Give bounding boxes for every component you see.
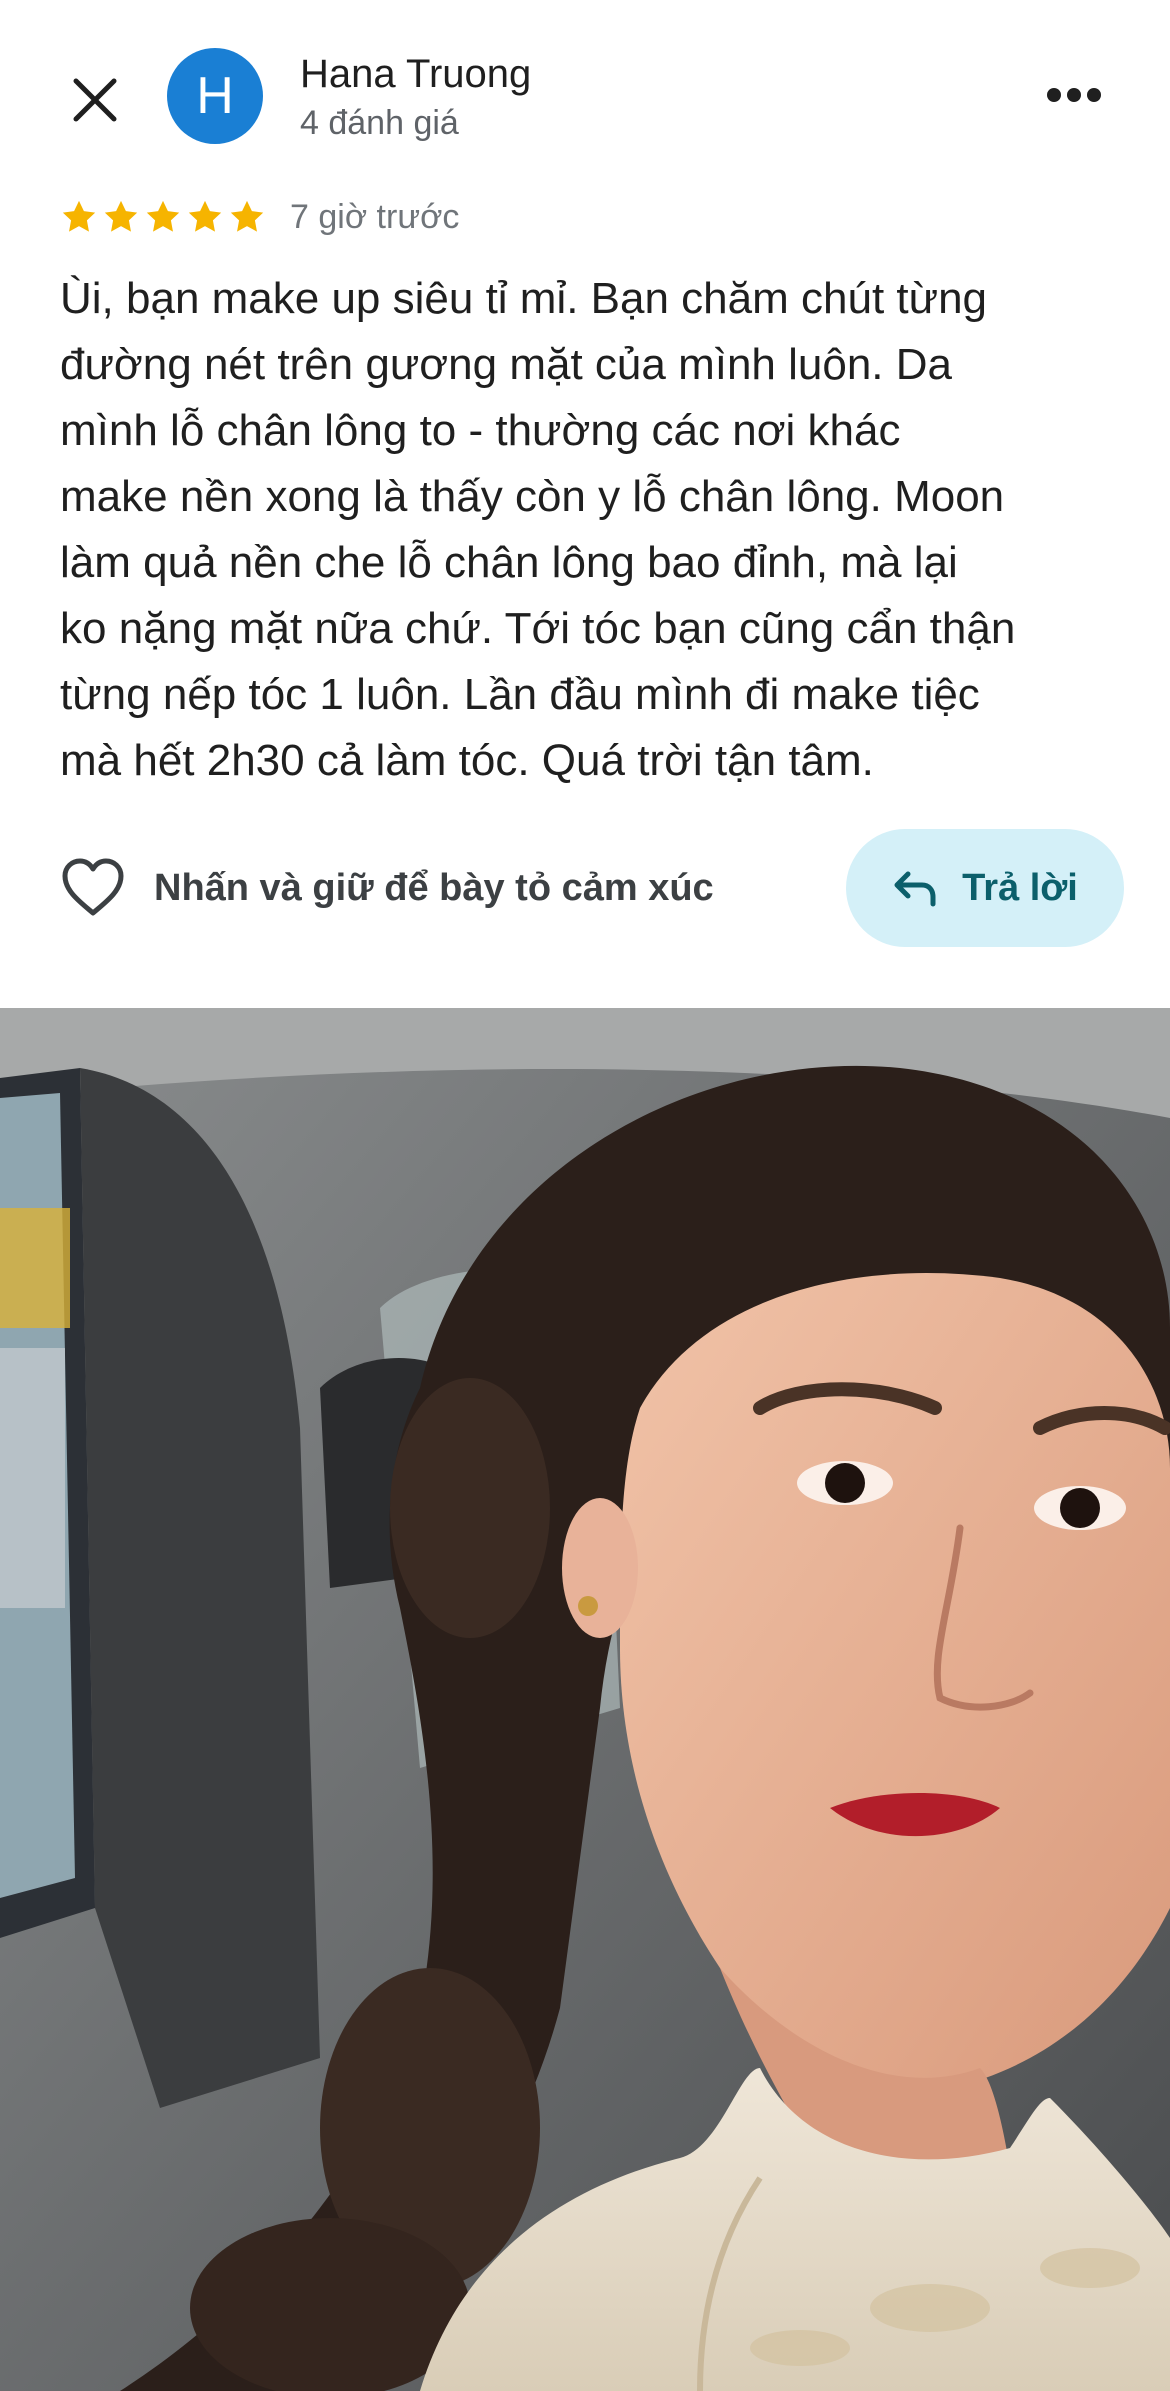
react-button[interactable]: Nhấn và giữ để bày tỏ cảm xúc	[60, 848, 714, 928]
review-detail-page: H Hana Truong 4 đánh giá 7 giờ trước Ùi,…	[0, 0, 1170, 2391]
review-header: H Hana Truong 4 đánh giá	[0, 0, 1170, 180]
more-options-button[interactable]	[1035, 65, 1113, 125]
react-label: Nhấn và giữ để bày tỏ cảm xúc	[154, 866, 714, 909]
more-horizontal-icon	[1047, 88, 1101, 102]
heart-outline-icon	[62, 858, 124, 916]
star-icon	[104, 200, 138, 232]
review-text: Ùi, bạn make up siêu tỉ mỉ. Bạn chăm chú…	[60, 274, 1016, 785]
close-button[interactable]	[60, 65, 130, 135]
close-icon	[73, 78, 117, 122]
avatar[interactable]: H	[167, 48, 263, 144]
star-icon	[62, 200, 96, 232]
review-time: 7 giờ trước	[290, 197, 460, 236]
review-photo[interactable]	[0, 1008, 1170, 2391]
rating-row: 7 giờ trước	[60, 192, 459, 242]
star-icon	[230, 200, 264, 232]
reply-button[interactable]: Trả lời	[846, 829, 1124, 947]
reviewer-name[interactable]: Hana Truong	[300, 52, 531, 97]
reply-label: Trả lời	[962, 866, 1078, 909]
review-photo-image	[0, 1008, 1170, 2391]
reply-arrow-icon	[894, 871, 936, 907]
star-icon	[188, 200, 222, 232]
review-count: 4 đánh giá	[300, 104, 459, 142]
star-icon	[146, 200, 180, 232]
star-rating	[60, 198, 266, 236]
